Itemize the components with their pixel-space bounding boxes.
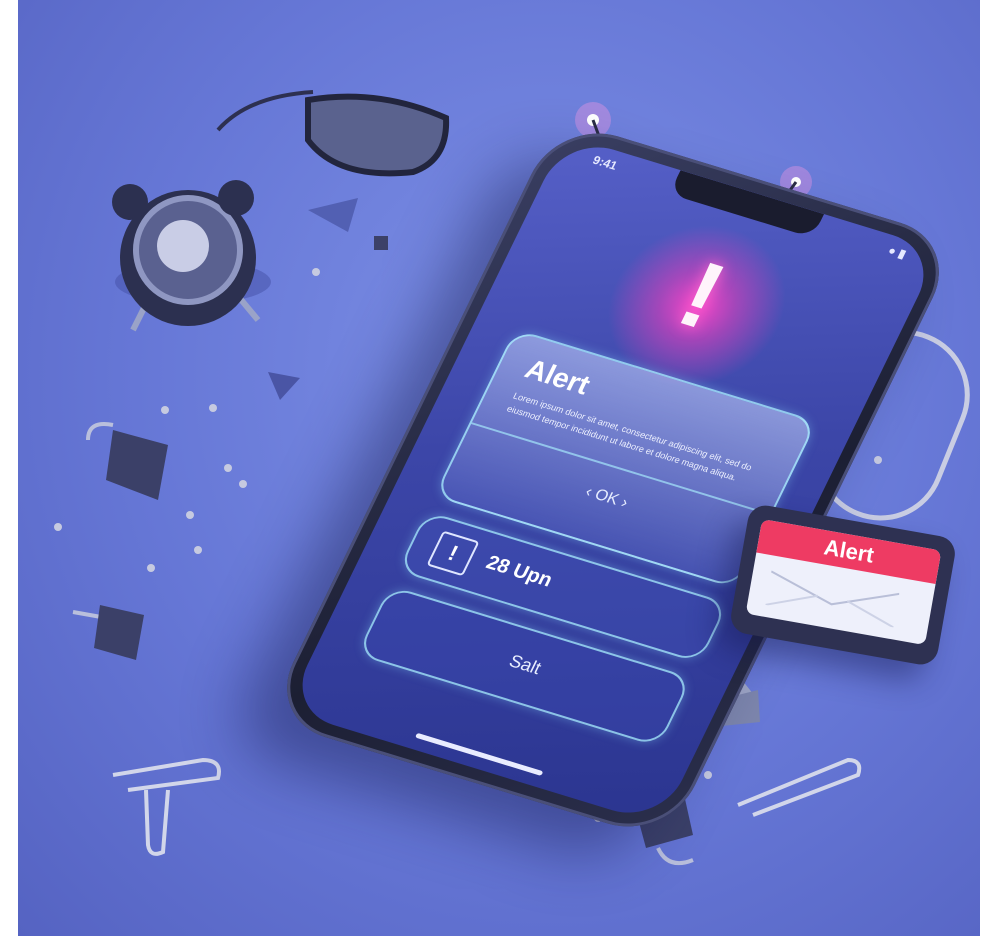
eyeglasses-icon — [216, 90, 450, 177]
warning-icon: ! — [426, 530, 480, 577]
paper-clip-icon — [112, 757, 221, 856]
envelope-icon — [765, 570, 900, 628]
paper-clip-icon — [737, 757, 862, 817]
scene-background: 9:41 ● ▮ ! Alert Lorem ipsum dolor sit a… — [18, 0, 980, 936]
status-time: 9:41 — [590, 152, 620, 173]
badge-card: Alert — [745, 518, 942, 646]
binder-clip-icon — [86, 422, 168, 500]
reminder-text: 28 Upn — [482, 551, 557, 592]
alarm-clock-icon — [112, 180, 271, 332]
status-icons: ● ▮ — [885, 243, 909, 261]
binder-clip-icon — [72, 605, 144, 660]
home-indicator[interactable] — [414, 732, 544, 776]
paper-shape-icon — [268, 198, 388, 400]
